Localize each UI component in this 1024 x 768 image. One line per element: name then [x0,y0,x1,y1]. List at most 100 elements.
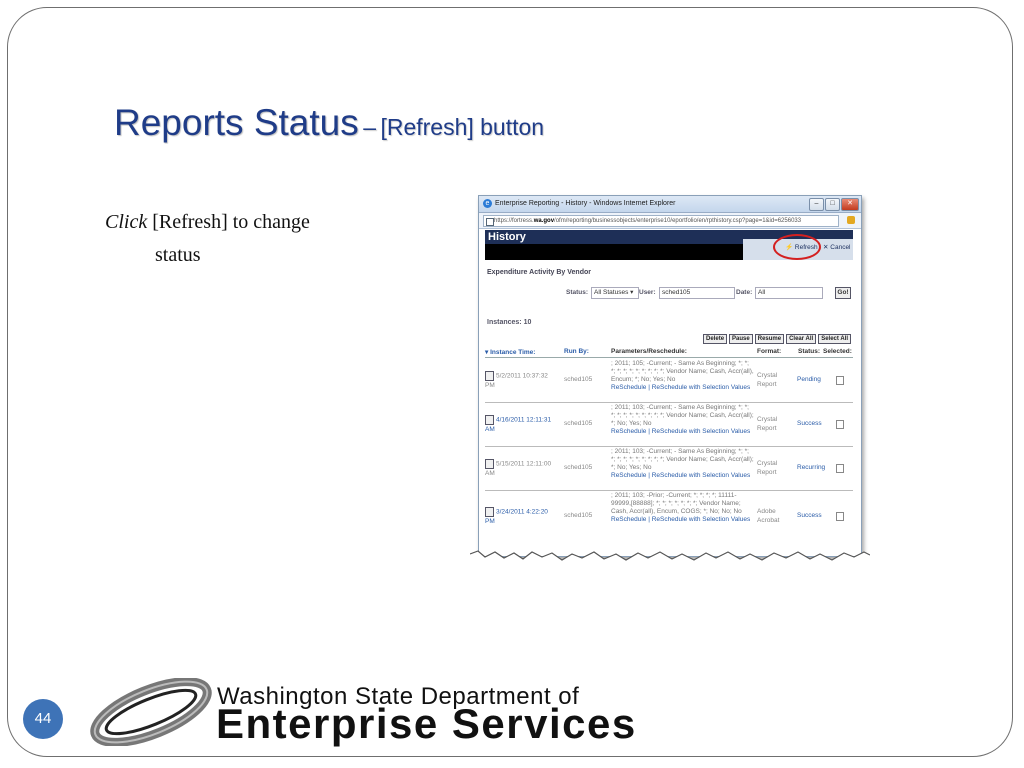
window-controls: – □ ✕ [809,198,859,211]
cancel-button[interactable]: ✕ Cancel [823,243,851,251]
minimize-icon[interactable]: – [809,198,824,211]
reschedule-links[interactable]: ReSchedule | ReSchedule with Selection V… [611,472,750,479]
browser-titlebar: e Enterprise Reporting - History - Windo… [479,196,861,213]
resume-button[interactable]: Resume [754,334,785,344]
report-instance-icon [485,415,494,425]
instruction-click: Click [105,211,148,233]
pause-button[interactable]: Pause [729,334,753,344]
filter-row: Status: All Statuses ▾ User: sched105 Da… [485,287,853,299]
history-title: History [488,231,526,243]
reschedule-links[interactable]: ReSchedule | ReSchedule with Selection V… [611,428,750,435]
history-header: History ⚡ Refresh ✕ Cancel [485,230,853,260]
instance-time-text: 4/16/2011 12:11:31 AM [485,416,552,433]
params: ; 2011; 103; -Current; - Same As Beginni… [611,448,755,480]
instances-table-header: ▾ Instance Time: Run By: Parameters/Resc… [485,347,853,358]
col-status: Status: [798,348,821,355]
row-select-checkbox[interactable] [836,420,844,429]
title-main: Reports Status [114,102,359,143]
params: ; 2011; 105; -Current; - Same As Beginni… [611,360,755,392]
status[interactable]: Success [797,512,822,519]
run-by: sched105 [564,464,593,471]
report-name: Expenditure Activity By Vendor [487,269,591,276]
des-logo-icon [90,678,212,746]
select-all-button[interactable]: Select All [818,334,851,344]
run-by: sched105 [564,512,593,519]
user-filter-input[interactable]: sched105 [659,287,735,299]
instruction-line-1: Click [Refresh] to change [105,206,405,239]
params: ; 2011; 103; -Prior; -Current; *; *; *; … [611,492,755,524]
table-row: 5/15/2011 12:11:00 AM sched105 ; 2011; 1… [485,447,853,491]
instance-time[interactable]: 5/2/2011 10:37:32 PM [485,371,559,390]
title-separator: – [363,114,376,140]
status[interactable]: Success [797,420,822,427]
row-select-checkbox[interactable] [836,512,844,521]
url-prefix: https://fortress. [494,218,534,224]
instance-time[interactable]: 5/15/2011 12:11:00 AM [485,459,559,478]
ie-logo-icon: e [483,199,492,208]
col-params: Parameters/Reschedule: [611,348,687,355]
url-field[interactable]: https://fortress.wa.gov/ofm/reporting/bu… [483,215,839,227]
run-by: sched105 [564,376,593,383]
status[interactable]: Recurring [797,464,825,471]
maximize-icon[interactable]: □ [825,198,840,211]
action-buttons: Delete Pause Resume Clear All Select All [703,334,851,344]
format: Crystal Report [757,416,778,432]
status-filter-label: Status: [566,289,589,296]
date-filter-label: Date: [736,289,753,296]
report-instance-icon [485,459,494,469]
url-rest: /ofm/reporting/businessobjects/enterpris… [554,218,802,224]
page-number-badge: 44 [23,699,63,739]
status[interactable]: Pending [797,376,821,383]
status-filter-select[interactable]: All Statuses ▾ [591,287,639,299]
header-band [485,244,743,260]
instance-time[interactable]: 3/24/2011 4:22:20 PM [485,507,559,526]
browser-window-title: Enterprise Reporting - History - Windows… [495,200,676,207]
instance-time[interactable]: 4/16/2011 12:11:31 AM [485,415,559,434]
instance-time-text: 3/24/2011 4:22:20 PM [485,508,548,525]
params-text: ; 2011; 103; -Current; - Same As Beginni… [611,404,754,427]
report-instance-icon [485,371,494,381]
user-filter-label: User: [639,289,656,296]
params-text: ; 2011; 103; -Current; - Same As Beginni… [611,448,754,471]
run-by: sched105 [564,420,593,427]
format: Crystal Report [757,460,778,476]
logo-agency-name: Enterprise Services [216,700,637,747]
url-domain: wa.gov [533,218,555,224]
close-icon[interactable]: ✕ [841,198,859,211]
table-row: 5/2/2011 10:37:32 PM sched105 ; 2011; 10… [485,359,853,403]
row-select-checkbox[interactable] [836,464,844,473]
col-instance-time[interactable]: ▾ Instance Time: [485,348,535,356]
go-button[interactable]: Go! [835,287,851,299]
instruction-rest: [Refresh] to change [147,211,310,233]
params-text: ; 2011; 103; -Prior; -Current; *; *; *; … [611,492,742,515]
history-page: History ⚡ Refresh ✕ Cancel Expenditure A… [485,230,853,556]
params: ; 2011; 103; -Current; - Same As Beginni… [611,404,755,436]
cancel-label: Cancel [830,244,851,251]
col-selected: Selected: [823,348,852,355]
format: Adobe Acrobat [757,508,780,524]
slide-title: Reports Status – [Refresh] button [114,102,544,144]
reschedule-links[interactable]: ReSchedule | ReSchedule with Selection V… [611,516,750,523]
col-format: Format: [757,348,782,355]
title-subtitle: [Refresh] button [380,114,545,140]
instruction-text: Click [Refresh] to change status [105,206,405,272]
reschedule-links[interactable]: ReSchedule | ReSchedule with Selection V… [611,384,750,391]
instance-time-text: 5/2/2011 10:37:32 PM [485,372,548,389]
date-filter-input[interactable]: All [755,287,823,299]
col-run-by[interactable]: Run By: [564,348,589,355]
clear-all-button[interactable]: Clear All [786,334,817,344]
refresh-highlight-circle [773,234,821,260]
format: Crystal Report [757,372,778,388]
history-screenshot: e Enterprise Reporting - History - Windo… [478,195,862,557]
address-bar: https://fortress.wa.gov/ofm/reporting/bu… [479,213,861,229]
delete-button[interactable]: Delete [703,334,728,344]
row-select-checkbox[interactable] [836,376,844,385]
params-text: ; 2011; 105; -Current; - Same As Beginni… [611,360,754,383]
page-icon [486,218,494,226]
report-instance-icon [485,507,494,517]
instance-time-text: 5/15/2011 12:11:00 AM [485,460,552,477]
lock-icon [847,216,855,224]
instances-count: Instances: 10 [487,319,532,326]
table-row: 4/16/2011 12:11:31 AM sched105 ; 2011; 1… [485,403,853,447]
instruction-line-2: status [155,244,201,266]
